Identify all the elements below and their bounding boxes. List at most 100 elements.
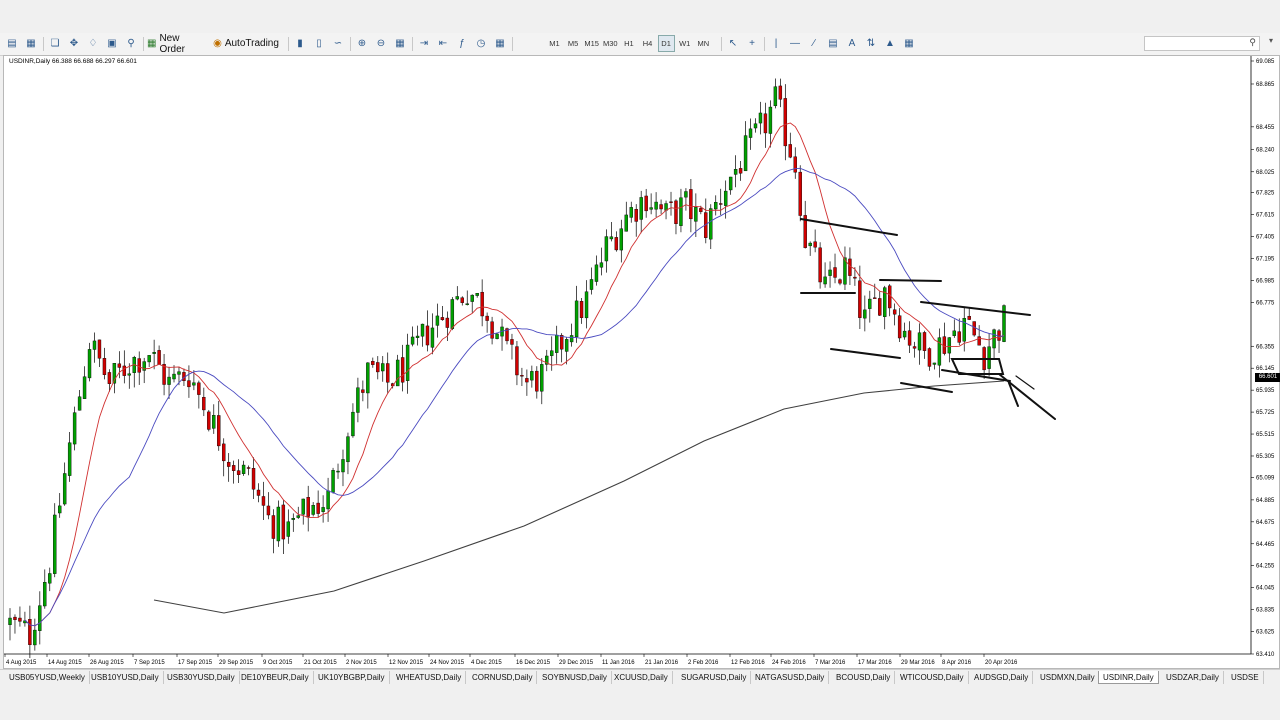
chart-tab[interactable]: DE10YBEUR,Daily <box>237 671 314 684</box>
timeframe-m15[interactable]: M15 <box>583 35 600 52</box>
timeframe-h4[interactable]: H4 <box>639 35 656 52</box>
chart-tab[interactable]: AUDSGD,Daily <box>970 671 1034 684</box>
zoom-out-icon[interactable]: ⊖ <box>373 35 389 52</box>
timeframe-d1[interactable]: D1 <box>657 35 675 52</box>
horizontal-line-icon[interactable]: — <box>787 35 803 52</box>
strategy-tester-icon[interactable]: ⚲ <box>123 35 139 52</box>
chart-tab[interactable]: SUGARUSD,Daily <box>677 671 752 684</box>
templates-icon[interactable]: ▦ <box>492 35 508 52</box>
chart-tab[interactable]: USDMXN,Daily <box>1036 671 1100 684</box>
chart-tab[interactable]: USDSE <box>1227 671 1264 684</box>
chart-tab[interactable]: WHEATUSD,Daily <box>392 671 467 684</box>
bear-candle <box>579 301 584 318</box>
timeframe-h1[interactable]: H1 <box>620 35 637 52</box>
search-icon[interactable]: ⚲ <box>1249 37 1256 48</box>
bear-candle <box>912 346 917 349</box>
bear-candle <box>18 617 22 622</box>
bull-candle <box>709 208 713 240</box>
bull-candle <box>574 300 579 338</box>
bear-candle <box>783 98 788 147</box>
candles-icon[interactable]: ▯ <box>311 35 327 52</box>
y-tick-label: 68.865 <box>1256 82 1275 88</box>
new-chart-icon[interactable]: ▤ <box>4 35 20 52</box>
y-tick-label: 67.615 <box>1256 213 1275 219</box>
x-tick-label: 14 Aug 2015 <box>48 660 82 666</box>
x-tick-label: 7 Sep 2015 <box>134 660 165 666</box>
chart-tab[interactable]: UK10YBGBP,Daily <box>314 671 390 684</box>
chart-tab[interactable]: CORNUSD,Daily <box>468 671 538 684</box>
chart-tab[interactable]: WTICOUSD,Daily <box>896 671 969 684</box>
autotrading-icon: ◉ <box>213 38 222 49</box>
bear-candle <box>897 315 902 339</box>
bull-candle <box>624 214 628 232</box>
bear-candle <box>281 504 286 540</box>
new-order-button[interactable]: ▦ New Order <box>147 33 203 55</box>
chart-tab[interactable]: USB05YUSD,Weekly <box>5 671 90 684</box>
bear-candle <box>460 297 464 303</box>
bull-candle <box>53 514 57 574</box>
zoom-in-icon[interactable]: ⊕ <box>354 35 370 52</box>
bear-candle <box>669 201 673 203</box>
chart-tab[interactable]: NATGASUSD,Daily <box>751 671 830 684</box>
timeframe-w1[interactable]: W1 <box>676 35 693 52</box>
bull-candle <box>276 506 281 542</box>
bull-candle <box>192 382 196 386</box>
data-window-icon[interactable]: ♢ <box>85 35 101 52</box>
bull-candle <box>987 346 991 369</box>
y-tick-label: 66.355 <box>1256 344 1275 350</box>
chart-tab[interactable]: XCUUSD,Daily <box>610 671 673 684</box>
timeframe-mn[interactable]: MN <box>695 35 712 52</box>
window-menu-button[interactable]: ▾ <box>1265 36 1277 51</box>
chart-shift-icon[interactable]: ⇤ <box>435 35 451 52</box>
bull-candle <box>286 521 291 537</box>
line-chart-icon[interactable]: ∽ <box>330 35 346 52</box>
fibonacci-icon[interactable]: ▦ <box>901 35 917 52</box>
chart-tab[interactable]: USB10YUSD,Daily <box>87 671 164 684</box>
bear-candle <box>400 357 405 383</box>
chart-tab[interactable]: BCOUSD,Daily <box>832 671 896 684</box>
bear-candle <box>659 204 663 210</box>
bull-candle <box>639 197 643 220</box>
price-chart[interactable]: 69.085 68.865 68.455 68.240 68.025 67.825 67.6… <box>4 56 1279 668</box>
text-icon[interactable]: A <box>844 35 860 52</box>
timeframe-m1[interactable]: M1 <box>546 35 563 52</box>
profiles-icon[interactable]: ▦ <box>23 35 39 52</box>
bear-candle <box>251 468 256 490</box>
toolbar-separator <box>512 37 513 51</box>
trendline-icon[interactable]: ∕ <box>806 35 822 52</box>
bull-candle <box>147 355 151 363</box>
chart-tab[interactable]: USDZAR,Daily <box>1162 671 1224 684</box>
bull-candle <box>475 293 479 296</box>
timeframe-m5[interactable]: M5 <box>565 35 582 52</box>
bear-candle <box>972 321 976 336</box>
search-box[interactable]: ⚲ <box>1144 36 1260 51</box>
autotrading-button[interactable]: ◉ AutoTrading <box>209 35 283 52</box>
bear-candle <box>793 156 797 173</box>
bar-chart-icon[interactable]: ▮ <box>292 35 308 52</box>
chart-tab[interactable]: USB30YUSD,Daily <box>163 671 240 684</box>
autoscroll-icon[interactable]: ⇥ <box>416 35 432 52</box>
chart-window[interactable]: 69.085 68.865 68.455 68.240 68.025 67.825 67.6… <box>3 55 1280 669</box>
x-tick-label: 7 Mar 2016 <box>815 660 846 666</box>
cursor-icon[interactable]: ↖ <box>725 35 741 52</box>
bear-candle <box>798 171 802 216</box>
y-tick-label: 66.985 <box>1256 278 1275 284</box>
periods-icon[interactable]: ◷ <box>473 35 489 52</box>
tile-windows-icon[interactable]: ▦ <box>392 35 408 52</box>
bull-candle <box>38 605 42 631</box>
timeframe-m30[interactable]: M30 <box>602 35 619 52</box>
chart-tab[interactable]: SOYBNUSD,Daily <box>538 671 612 684</box>
crosshair-icon[interactable]: + <box>744 35 760 52</box>
terminal-icon[interactable]: ▣ <box>104 35 120 52</box>
bear-candle <box>510 339 514 345</box>
vertical-line-icon[interactable]: | <box>768 35 784 52</box>
chart-tab[interactable]: USDINR,Daily <box>1098 671 1159 684</box>
navigator-icon[interactable]: ✥ <box>66 35 82 52</box>
market-watch-icon[interactable]: ❏ <box>47 35 63 52</box>
bull-candle <box>530 371 534 381</box>
arrows-icon[interactable]: ⇅ <box>863 35 879 52</box>
triangle-icon[interactable]: ▲ <box>882 35 898 52</box>
bear-candle <box>187 380 191 388</box>
indicators-icon[interactable]: ƒ <box>454 35 470 52</box>
channel-icon[interactable]: ▤ <box>825 35 841 52</box>
